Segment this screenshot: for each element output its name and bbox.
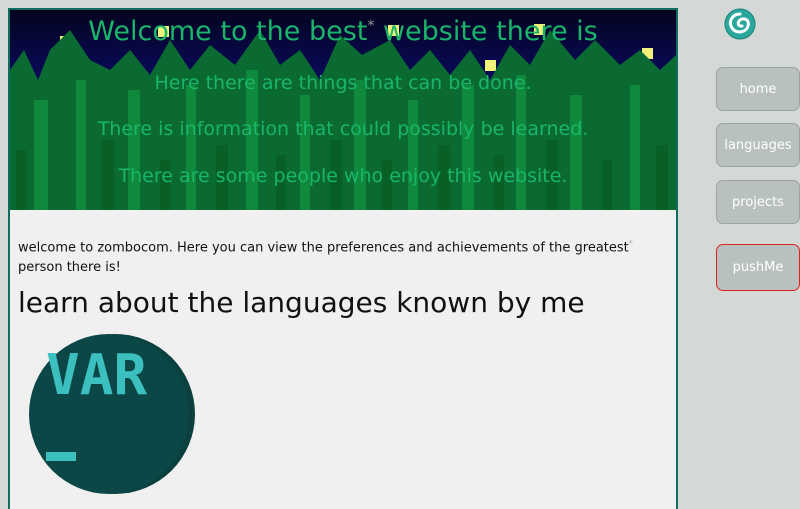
nav-home-button[interactable]: home (716, 67, 800, 111)
tagline-things: Here there are things that can be done. (154, 72, 532, 94)
welcome-title: Welcome to the best* website there is (88, 16, 598, 47)
badge-label: VAR (46, 343, 147, 408)
swirl-logo-icon[interactable] (722, 6, 758, 42)
tagline-people: There are some people who enjoy this web… (118, 165, 568, 187)
badge-cursor (46, 452, 76, 461)
var-language-badge: VAR (29, 334, 195, 494)
nav-languages-button[interactable]: languages (716, 123, 800, 167)
sidebar: home languages projects pushMe (680, 0, 800, 507)
main-content: Welcome to the best* website there is He… (8, 8, 678, 509)
tagline-information: There is information that could possibly… (97, 118, 589, 140)
hero-banner: Welcome to the best* website there is He… (10, 10, 676, 210)
intro-paragraph: welcome to zombocom. Here you can view t… (18, 239, 633, 276)
push-me-button[interactable]: pushMe (716, 244, 800, 291)
nav-projects-button[interactable]: projects (716, 180, 800, 224)
languages-section-heading: learn about the languages known by me (18, 286, 585, 319)
